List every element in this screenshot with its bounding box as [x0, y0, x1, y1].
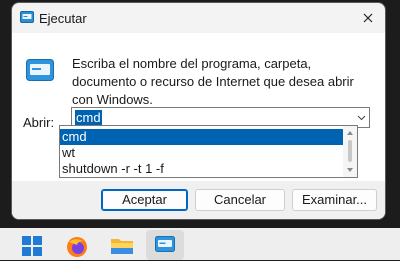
close-icon: [363, 13, 373, 23]
scroll-down-button[interactable]: [343, 164, 357, 176]
cancel-button[interactable]: Cancelar: [195, 189, 285, 211]
open-label: Abrir:: [23, 115, 55, 130]
dropdown-option[interactable]: cmd: [60, 129, 343, 145]
open-input[interactable]: cmd: [75, 110, 102, 125]
windows-start-icon[interactable]: [22, 236, 42, 259]
run-taskbar-icon[interactable]: [155, 236, 175, 255]
taskbar: [0, 228, 400, 260]
scroll-thumb[interactable]: [348, 140, 352, 162]
title-bar: Ejecutar: [12, 3, 385, 33]
close-button[interactable]: [357, 7, 379, 29]
dropdown-option[interactable]: shutdown -r -t 1 -f: [60, 161, 343, 177]
run-dialog: Ejecutar Escriba el nombre del programa,…: [12, 3, 385, 219]
dropdown-option[interactable]: wt: [60, 145, 343, 161]
accept-button[interactable]: Aceptar: [101, 189, 188, 211]
firefox-icon[interactable]: [66, 236, 88, 261]
run-app-icon: [26, 59, 54, 84]
dropdown-scrollbar[interactable]: [343, 126, 357, 177]
window-title: Ejecutar: [39, 11, 87, 26]
dropdown-list: cmd wt shutdown -r -t 1 -f: [59, 125, 358, 178]
scroll-up-button[interactable]: [343, 127, 357, 139]
chevron-down-icon: [357, 115, 365, 120]
dialog-description: Escriba el nombre del programa, carpeta,…: [72, 56, 354, 107]
triangle-up-icon: [347, 131, 353, 135]
file-explorer-icon[interactable]: [110, 236, 134, 259]
run-icon: [20, 11, 34, 26]
button-bar: Aceptar Cancelar Examinar...: [12, 181, 385, 219]
triangle-down-icon: [347, 168, 353, 172]
browse-button[interactable]: Examinar...: [292, 189, 377, 211]
